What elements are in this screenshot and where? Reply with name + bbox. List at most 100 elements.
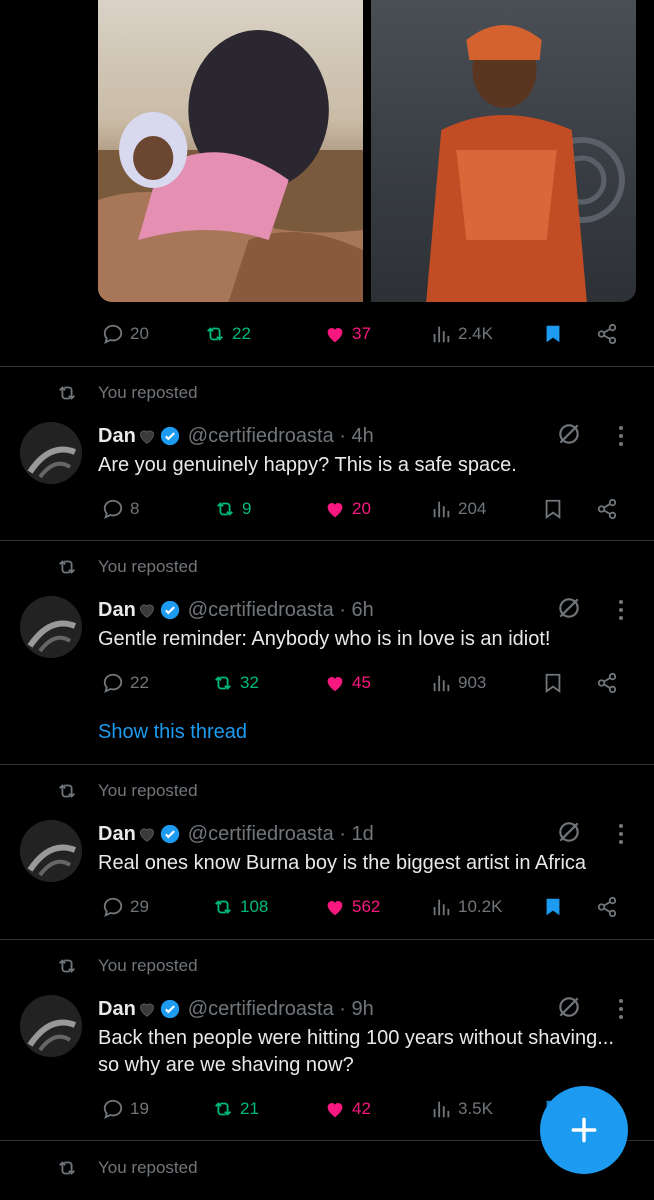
post-actions: 29 108 562 10.2K	[98, 892, 634, 922]
reply-icon	[103, 897, 123, 917]
share-button[interactable]	[596, 668, 618, 698]
author-handle[interactable]: @certifiedroasta	[188, 599, 334, 622]
reply-button[interactable]: 8	[102, 494, 139, 524]
views-icon	[433, 501, 450, 518]
more-icon[interactable]	[616, 423, 626, 449]
black-heart-icon	[139, 1003, 154, 1017]
post-time[interactable]: · 6h	[339, 599, 373, 622]
show-thread-link[interactable]: Show this thread	[98, 721, 247, 744]
grok-icon[interactable]	[556, 994, 582, 1020]
bookmark-button[interactable]	[542, 494, 564, 524]
bookmark-button[interactable]	[542, 668, 564, 698]
post-media[interactable]	[98, 0, 636, 302]
repost-icon	[215, 1102, 231, 1116]
post-time[interactable]: · 1d	[339, 823, 373, 846]
post-time[interactable]: · 9h	[339, 998, 373, 1021]
post-header: Dan @certifiedroasta · 9h	[98, 996, 374, 1022]
media-photo-1[interactable]	[98, 0, 363, 302]
views-button[interactable]: 2.4K	[430, 319, 493, 349]
avatar[interactable]	[20, 820, 82, 882]
reply-count: 19	[130, 1099, 149, 1118]
share-button[interactable]	[596, 319, 618, 349]
author-name[interactable]: Dan	[98, 425, 136, 448]
post-header: Dan @certifiedroasta · 1d	[98, 821, 374, 847]
reply-icon	[103, 324, 123, 344]
views-icon	[433, 675, 450, 692]
bookmark-button[interactable]	[542, 319, 564, 349]
grok-icon[interactable]	[556, 595, 582, 621]
post-header: Dan @certifiedroasta · 6h	[98, 597, 374, 623]
bookmark-icon	[546, 898, 560, 916]
views-button[interactable]: 10.2K	[430, 892, 502, 922]
repost-button[interactable]: 9	[214, 494, 251, 524]
reply-button[interactable]: 19	[102, 1094, 149, 1124]
bookmark-button[interactable]	[542, 892, 564, 922]
verified-icon	[160, 600, 179, 620]
author-handle[interactable]: @certifiedroasta	[188, 998, 334, 1021]
repost-count: 21	[240, 1099, 259, 1118]
views-button[interactable]: 204	[430, 494, 486, 524]
views-count: 903	[458, 673, 487, 692]
more-icon[interactable]	[616, 597, 626, 623]
like-button[interactable]: 562	[324, 892, 380, 922]
top-post-actions: 20 22 37 2.4K	[98, 319, 634, 349]
reply-button[interactable]: 22	[102, 668, 149, 698]
like-count: 562	[352, 897, 381, 916]
reply-count: 8	[130, 499, 140, 518]
repost-count: 9	[242, 499, 252, 518]
media-photo-2[interactable]	[371, 0, 636, 302]
repost-label: You reposted	[98, 383, 198, 402]
reply-icon	[103, 673, 123, 693]
compose-button[interactable]	[540, 1086, 628, 1174]
avatar[interactable]	[20, 995, 82, 1057]
post-time[interactable]: · 4h	[339, 425, 373, 448]
like-icon	[327, 1103, 343, 1118]
repost-icon	[217, 502, 233, 516]
repost-icon	[59, 784, 75, 798]
repost-count: 108	[240, 897, 269, 916]
bookmark-icon	[546, 325, 560, 343]
author-handle[interactable]: @certifiedroasta	[188, 425, 334, 448]
repost-count: 32	[240, 673, 259, 692]
repost-indicator: You reposted	[54, 954, 198, 978]
like-button[interactable]: 45	[324, 668, 371, 698]
avatar[interactable]	[20, 422, 82, 484]
verified-icon	[160, 999, 179, 1019]
like-count: 45	[352, 673, 371, 692]
repost-button[interactable]: 32	[212, 668, 259, 698]
repost-button[interactable]: 108	[212, 892, 268, 922]
author-name[interactable]: Dan	[98, 998, 136, 1021]
divider	[0, 540, 654, 541]
like-button[interactable]: 20	[324, 494, 371, 524]
author-name[interactable]: Dan	[98, 599, 136, 622]
share-button[interactable]	[596, 892, 618, 922]
repost-icon	[59, 560, 75, 574]
repost-button[interactable]: 21	[212, 1094, 259, 1124]
post-header: Dan @certifiedroasta · 4h	[98, 423, 374, 449]
like-button[interactable]: 42	[324, 1094, 371, 1124]
repost-button[interactable]: 22	[204, 319, 251, 349]
repost-icon	[215, 676, 231, 690]
author-handle[interactable]: @certifiedroasta	[188, 823, 334, 846]
repost-icon	[59, 959, 75, 973]
like-icon	[327, 503, 343, 518]
reply-button[interactable]: 29	[102, 892, 149, 922]
more-icon[interactable]	[616, 996, 626, 1022]
more-icon[interactable]	[616, 821, 626, 847]
like-button[interactable]: 37	[324, 319, 371, 349]
author-name[interactable]: Dan	[98, 823, 136, 846]
views-icon	[433, 1101, 450, 1118]
avatar[interactable]	[20, 596, 82, 658]
reply-button[interactable]: 20	[102, 319, 149, 349]
views-count: 3.5K	[458, 1099, 493, 1118]
views-button[interactable]: 3.5K	[430, 1094, 493, 1124]
views-button[interactable]: 903	[430, 668, 486, 698]
grok-icon[interactable]	[556, 421, 582, 447]
share-button[interactable]	[596, 494, 618, 524]
reply-icon	[103, 499, 123, 519]
grok-icon[interactable]	[556, 819, 582, 845]
share-icon	[597, 498, 617, 520]
like-icon	[327, 901, 343, 916]
compose-icon	[571, 1117, 597, 1143]
share-icon	[597, 323, 617, 345]
